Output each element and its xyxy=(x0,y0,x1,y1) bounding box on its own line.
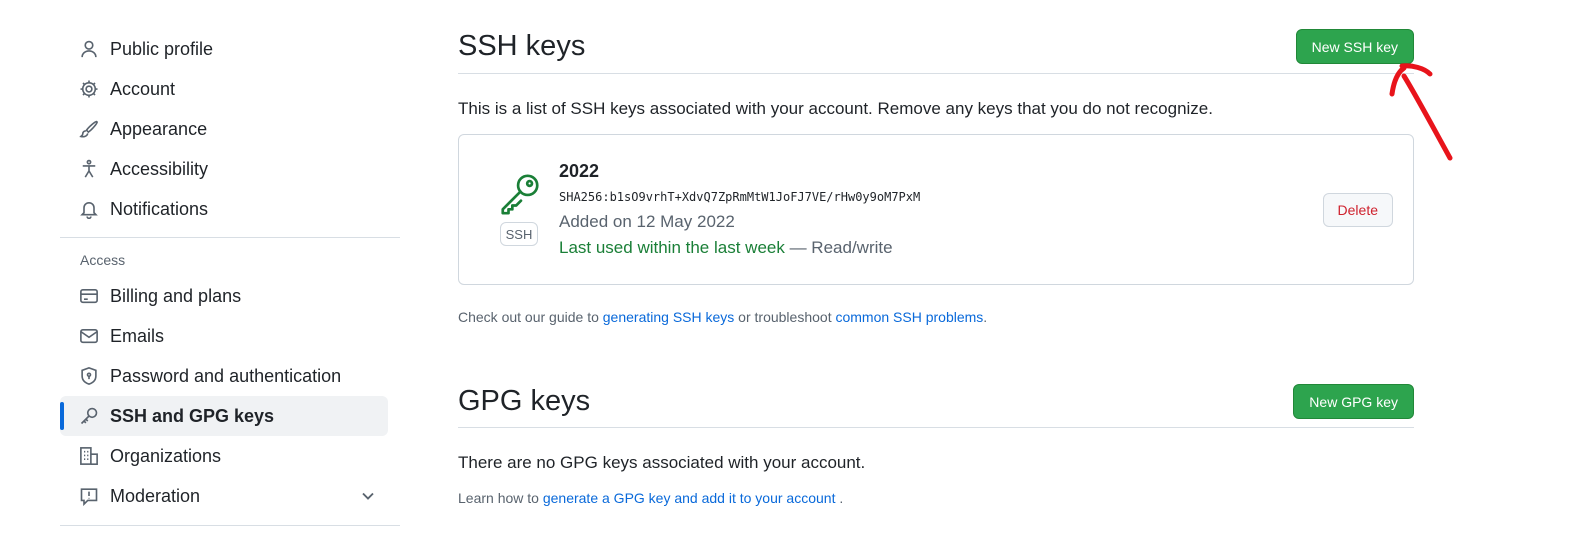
ssh-keys-description: This is a list of SSH keys associated wi… xyxy=(458,99,1213,118)
sidebar-item-organizations[interactable]: Organizations xyxy=(60,436,388,476)
guide-middle: or troubleshoot xyxy=(734,309,836,325)
sidebar-item-account[interactable]: Account xyxy=(60,69,388,109)
credit-card-icon xyxy=(79,286,99,306)
sidebar-item-label: Notifications xyxy=(110,198,209,219)
sidebar-item-accessibility[interactable]: Accessibility xyxy=(60,149,388,189)
generate-gpg-key-link[interactable]: generate a GPG key and add it to your ac… xyxy=(543,490,836,506)
ssh-key-access: — Read/write xyxy=(784,238,893,257)
accessibility-icon xyxy=(79,159,99,179)
sidebar-item-password[interactable]: Password and authentication xyxy=(60,356,388,396)
sidebar-item-label: Account xyxy=(110,78,176,99)
main-content: SSH keys New SSH key This is a list of S… xyxy=(458,20,1414,506)
ssh-guide-text: Check out our guide to generating SSH ke… xyxy=(458,309,1414,325)
chevron-down-icon[interactable] xyxy=(358,486,378,506)
sidebar-item-label: Appearance xyxy=(110,118,208,139)
sidebar-item-label: SSH and GPG keys xyxy=(110,405,275,426)
sidebar-item-label: Accessibility xyxy=(110,158,209,179)
gear-icon xyxy=(79,79,99,99)
common-ssh-problems-link[interactable]: common SSH problems xyxy=(835,309,983,325)
sidebar-item-label: Organizations xyxy=(110,445,222,466)
ssh-key-item: SSH 2022 SHA256:b1sO9vrhT+XdvQ7ZpRmMtW1J… xyxy=(458,134,1414,285)
generating-ssh-keys-link[interactable]: generating SSH keys xyxy=(603,309,735,325)
new-gpg-key-button[interactable]: New GPG key xyxy=(1293,384,1414,419)
ssh-keys-header: SSH keys New SSH key xyxy=(458,20,1414,74)
guide-prefix: Check out our guide to xyxy=(458,309,603,325)
ssh-key-added-date: Added on 12 May 2022 xyxy=(559,212,735,231)
ssh-key-title: 2022 xyxy=(559,161,600,181)
gpg-keys-header: GPG keys New GPG key xyxy=(458,376,1414,428)
shield-lock-icon xyxy=(79,366,99,386)
delete-ssh-key-button[interactable]: Delete xyxy=(1322,193,1393,227)
guide-suffix: . xyxy=(983,309,988,325)
sidebar-divider xyxy=(60,525,400,526)
gpg-learn-text: Learn how to generate a GPG key and add … xyxy=(458,490,1414,506)
sidebar-item-label: Public profile xyxy=(110,38,214,59)
ssh-keys-section: SSH keys New SSH key This is a list of S… xyxy=(458,20,1414,325)
ssh-key-fingerprint: SHA256:b1sO9vrhT+XdvQ7ZpRmMtW1JoFJ7VE/rH… xyxy=(559,190,921,204)
sidebar-item-moderation[interactable]: Moderation xyxy=(60,476,388,516)
sidebar-item-ssh-gpg-keys[interactable]: SSH and GPG keys xyxy=(60,396,388,436)
gpg-empty-message: There are no GPG keys associated with yo… xyxy=(458,453,866,472)
sidebar-item-billing[interactable]: Billing and plans xyxy=(60,276,388,316)
mail-icon xyxy=(79,326,99,346)
report-icon xyxy=(79,486,99,506)
ssh-keys-title: SSH keys xyxy=(458,30,586,62)
sidebar-item-label: Password and authentication xyxy=(110,365,342,386)
gpg-keys-title: GPG keys xyxy=(458,385,591,417)
organization-icon xyxy=(79,446,99,466)
ssh-key-details: 2022 SHA256:b1sO9vrhT+XdvQ7ZpRmMtW1JoFJ7… xyxy=(559,161,920,258)
key-icon xyxy=(497,171,543,217)
settings-sidebar: Public profile Account Appearance Access… xyxy=(60,29,400,526)
ssh-type-badge: SSH xyxy=(500,222,538,246)
ssh-key-usage: Last used within the last week — Read/wr… xyxy=(559,238,920,258)
annotation-arrow-icon xyxy=(1389,63,1453,161)
sidebar-item-label: Billing and plans xyxy=(110,285,242,306)
bell-icon xyxy=(79,199,99,219)
sidebar-item-public-profile[interactable]: Public profile xyxy=(60,29,388,69)
sidebar-section-access: Access xyxy=(80,252,126,268)
learn-prefix: Learn how to xyxy=(458,490,543,506)
gpg-keys-section: GPG keys New GPG key There are no GPG ke… xyxy=(458,376,1414,506)
learn-suffix: . xyxy=(835,490,844,506)
sidebar-item-label: Moderation xyxy=(110,485,201,506)
sidebar-item-emails[interactable]: Emails xyxy=(60,316,388,356)
ssh-key-last-used: Last used within the last week xyxy=(559,238,785,257)
paintbrush-icon xyxy=(79,119,99,139)
sidebar-item-appearance[interactable]: Appearance xyxy=(60,109,388,149)
sidebar-item-notifications[interactable]: Notifications xyxy=(60,189,388,229)
key-icon xyxy=(79,406,99,426)
sidebar-item-label: Emails xyxy=(110,325,165,346)
person-icon xyxy=(79,39,99,59)
